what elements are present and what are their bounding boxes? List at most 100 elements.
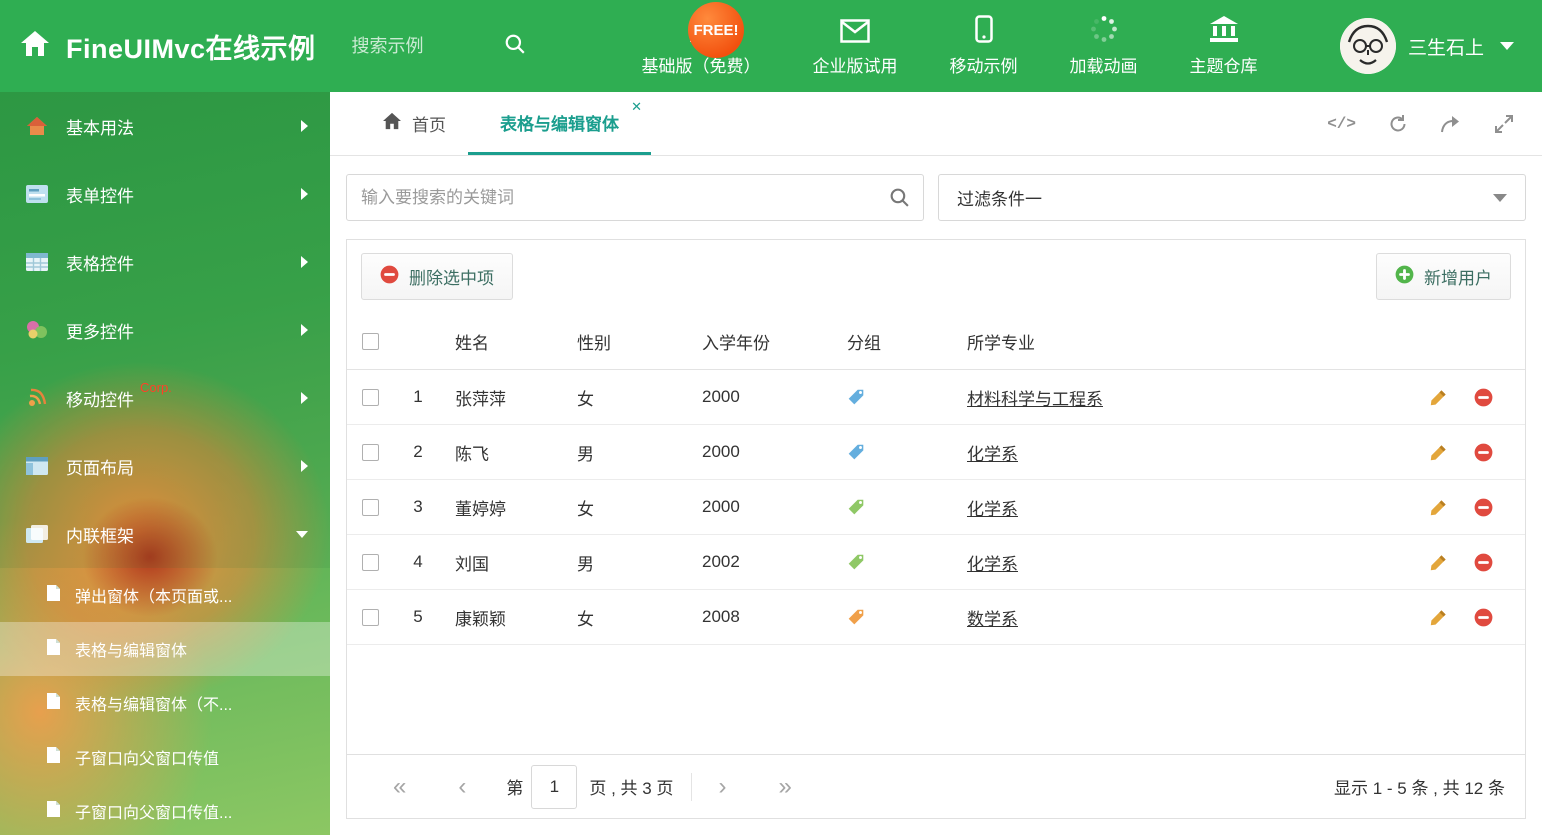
tab-home[interactable]: 首页: [360, 92, 468, 155]
sidebar-subitem-label: 表格与编辑窗体: [75, 643, 188, 660]
delete-icon[interactable]: [1474, 608, 1493, 627]
tab-bar: 首页 表格与编辑窗体 ✕ </>: [330, 92, 1542, 156]
table-row: 2 陈飞 男 2000 化学系: [347, 425, 1525, 480]
row-index: 2: [413, 442, 423, 461]
keyword-search: [346, 174, 924, 221]
sidebar-item-grid-controls[interactable]: 表格控件: [0, 228, 330, 296]
sidebar: 基本用法 表单控件 表格控件 更多控件 移动控件 Corp. 页面布局 内联框架…: [0, 92, 330, 835]
tag-icon: [847, 388, 865, 406]
tab-grid-edit-window[interactable]: 表格与编辑窗体 ✕: [468, 92, 651, 155]
major-link[interactable]: 化学系: [967, 500, 1018, 519]
chevron-down-icon: [296, 530, 308, 538]
column-header-major[interactable]: 所学专业: [955, 329, 1395, 354]
row-index: 3: [413, 497, 423, 516]
row-name: 陈飞: [455, 444, 489, 464]
delete-icon[interactable]: [1474, 443, 1493, 462]
share-icon[interactable]: [1440, 115, 1462, 133]
row-checkbox[interactable]: [361, 388, 379, 406]
nav-loading-animation[interactable]: 加载动画: [1070, 15, 1138, 77]
sidebar-item-basic-usage[interactable]: 基本用法: [0, 92, 330, 160]
last-page-icon[interactable]: »: [752, 774, 817, 799]
refresh-icon[interactable]: [1388, 114, 1408, 134]
nav-mobile-demo[interactable]: 移动示例: [950, 15, 1018, 77]
header-search-input[interactable]: [349, 34, 490, 58]
column-header-gender[interactable]: 性别: [565, 329, 690, 354]
nav-label: 移动示例: [949, 57, 1018, 76]
table-row: 1 张萍萍 女 2000 材料科学与工程系: [347, 370, 1525, 425]
sidebar-subitem-label: 子窗口向父窗口传值...: [75, 805, 233, 822]
mail-icon: [840, 15, 870, 43]
sidebar-item-label: 页面布局: [66, 458, 134, 478]
row-index: 5: [413, 607, 423, 626]
sidebar-item-label: 表单控件: [66, 186, 134, 206]
sidebar-item-label: 内联框架: [66, 526, 134, 546]
row-checkbox[interactable]: [361, 443, 379, 461]
major-link[interactable]: 材料科学与工程系: [967, 390, 1103, 409]
edit-icon[interactable]: [1429, 608, 1448, 627]
sidebar-item-label: 移动控件: [66, 390, 134, 410]
delete-icon[interactable]: [1474, 388, 1493, 407]
column-header-group[interactable]: 分组: [835, 329, 955, 354]
search-icon[interactable]: [889, 187, 910, 213]
major-link[interactable]: 化学系: [967, 445, 1018, 464]
chevron-right-icon: [301, 120, 308, 132]
sidebar-subitem-label: 子窗口向父窗口传值: [75, 751, 220, 768]
sidebar-subitem-grid-edit-window[interactable]: 表格与编辑窗体: [0, 622, 330, 676]
edit-icon[interactable]: [1429, 498, 1448, 517]
row-year: 2000: [702, 387, 740, 406]
major-link[interactable]: 化学系: [967, 555, 1018, 574]
close-icon[interactable]: ✕: [631, 99, 642, 115]
delete-icon[interactable]: [1474, 498, 1493, 517]
row-checkbox[interactable]: [361, 498, 379, 516]
first-page-icon[interactable]: «: [367, 774, 432, 799]
corp-badge: Corp.: [140, 380, 172, 395]
table-row: 4 刘国 男 2002 化学系: [347, 535, 1525, 590]
delete-selected-button[interactable]: 删除选中项: [361, 253, 513, 300]
keyword-search-input[interactable]: [346, 174, 924, 221]
column-header-year[interactable]: 入学年份: [690, 329, 835, 354]
edit-icon[interactable]: [1429, 388, 1448, 407]
row-checkbox[interactable]: [361, 608, 379, 626]
house-icon: [24, 116, 50, 136]
sidebar-item-mobile-controls[interactable]: 移动控件 Corp.: [0, 364, 330, 432]
select-all-checkbox[interactable]: [361, 332, 379, 350]
major-link[interactable]: 数学系: [967, 610, 1018, 629]
sidebar-subitem-popup-window[interactable]: 弹出窗体（本页面或...: [0, 568, 330, 622]
edit-icon[interactable]: [1429, 553, 1448, 572]
avatar: [1339, 18, 1396, 74]
sidebar-subitem-child-to-parent-2[interactable]: 子窗口向父窗口传值...: [0, 784, 330, 838]
sidebar-item-more-controls[interactable]: 更多控件: [0, 296, 330, 364]
nav-theme-store[interactable]: 主题仓库: [1190, 15, 1258, 77]
next-page-icon[interactable]: ›: [692, 774, 752, 799]
sidebar-item-label: 更多控件: [66, 322, 134, 342]
prev-page-icon[interactable]: ‹: [432, 774, 492, 799]
edit-icon[interactable]: [1429, 443, 1448, 462]
current-page-input[interactable]: [531, 764, 578, 809]
chevron-right-icon: [301, 256, 308, 268]
pagination-bar: « ‹ 第 页 , 共 3 页 › » 显示 1 - 5 条 , 共 12 条: [347, 754, 1525, 818]
search-icon[interactable]: [504, 33, 526, 60]
delete-icon[interactable]: [1474, 553, 1493, 572]
code-icon[interactable]: </>: [1327, 115, 1356, 133]
sidebar-subitem-label: 弹出窗体（本页面或...: [75, 589, 233, 606]
page-label: 第: [506, 779, 524, 798]
nav-label: 企业版试用: [812, 57, 898, 76]
user-name: 三生石上: [1407, 37, 1484, 59]
sidebar-subitem-child-to-parent[interactable]: 子窗口向父窗口传值: [0, 730, 330, 784]
filter-dropdown[interactable]: 过滤条件一: [938, 174, 1526, 221]
main-content: 首页 表格与编辑窗体 ✕ </> 过滤条件一: [330, 92, 1542, 835]
expand-icon[interactable]: [1494, 114, 1514, 134]
sidebar-item-page-layout[interactable]: 页面布局: [0, 432, 330, 500]
form-icon: [24, 185, 50, 203]
row-checkbox[interactable]: [361, 553, 379, 571]
sidebar-item-iframe[interactable]: 内联框架: [0, 500, 330, 568]
user-menu[interactable]: 三生石上: [1339, 18, 1542, 74]
blocks-icon: [24, 320, 50, 340]
app-logo[interactable]: FineUIMvc在线示例: [0, 27, 316, 66]
column-header-name[interactable]: 姓名: [443, 329, 565, 354]
add-user-button[interactable]: 新增用户: [1376, 253, 1511, 300]
sidebar-item-label: 表格控件: [66, 254, 134, 274]
sidebar-subitem-grid-edit-window-2[interactable]: 表格与编辑窗体（不...: [0, 676, 330, 730]
sidebar-item-form-controls[interactable]: 表单控件: [0, 160, 330, 228]
nav-enterprise-trial[interactable]: 企业版试用: [813, 15, 898, 77]
